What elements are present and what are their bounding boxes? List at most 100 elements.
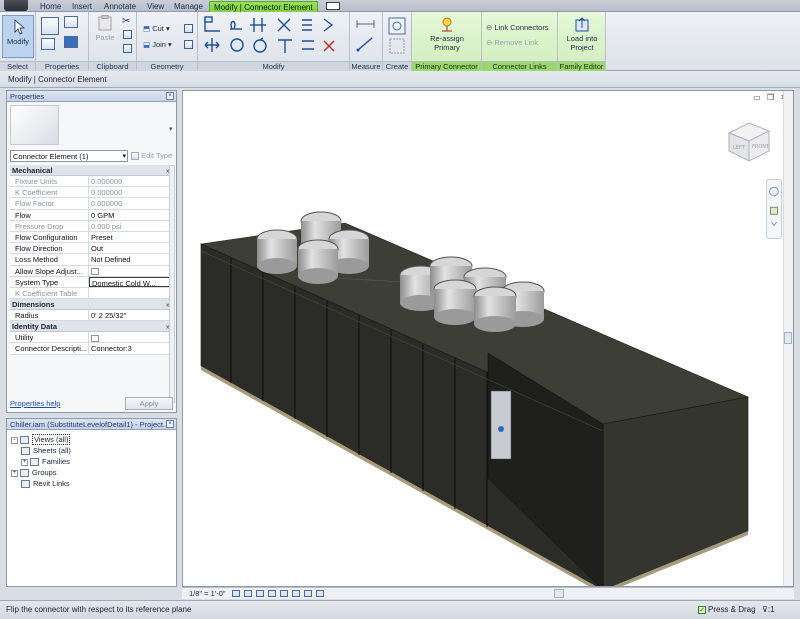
wall-joins-icon[interactable] <box>184 24 193 33</box>
property-value[interactable]: Preset <box>89 232 173 242</box>
checkbox-icon[interactable] <box>91 268 99 276</box>
property-value[interactable]: Connector:3 <box>89 343 173 353</box>
collapse-icon[interactable]: - <box>11 436 18 444</box>
chiller-3d-model[interactable] <box>183 91 783 587</box>
panel-connector-links: ⊖ Link Connectors ⊖ Remove Link Connecto… <box>482 12 558 71</box>
browser-node[interactable]: Revit Links <box>21 479 70 489</box>
tab-home[interactable]: Home <box>38 1 63 12</box>
ribbon-minimize-icon[interactable] <box>326 2 340 10</box>
property-group-header[interactable]: Mechanical» <box>10 165 173 176</box>
checkbox-checked-icon: ✓ <box>698 605 706 614</box>
close-icon[interactable]: × <box>166 420 174 428</box>
tab-annotate[interactable]: Annotate <box>102 1 138 12</box>
expand-icon[interactable]: + <box>11 469 18 477</box>
tab-manage[interactable]: Manage <box>172 1 205 12</box>
property-value[interactable] <box>89 266 173 276</box>
property-value[interactable]: Out <box>89 243 173 253</box>
tab-view[interactable]: View <box>145 1 166 12</box>
properties-icon[interactable] <box>41 17 59 35</box>
property-group-header[interactable]: Identity Data» <box>10 321 173 333</box>
browser-node[interactable]: + Families <box>21 457 70 467</box>
cut-scissors-icon[interactable]: ✂ <box>122 16 130 27</box>
tree-node-icon <box>20 469 29 478</box>
match-type-icon[interactable] <box>123 44 132 53</box>
sun-path-icon[interactable] <box>256 590 264 597</box>
properties-title: Properties <box>10 92 45 101</box>
remove-link-button[interactable]: ⊖ Remove Link <box>486 38 538 47</box>
chevron-down-icon[interactable]: ▾ <box>169 125 173 133</box>
property-row[interactable]: Flow 0 GPM <box>10 209 173 221</box>
join-geometry-button[interactable]: ⬓ Join ▾ <box>143 40 172 49</box>
browser-node[interactable]: + Groups <box>11 468 57 478</box>
scroll-thumb[interactable] <box>784 332 792 344</box>
project-browser: Chiller.iam (SubstituteLevelofDetail1) -… <box>6 418 177 587</box>
tab-insert[interactable]: Insert <box>70 1 94 12</box>
close-icon[interactable]: × <box>166 92 174 100</box>
expand-icon[interactable]: + <box>21 458 28 466</box>
modify-label: Modify <box>6 37 30 46</box>
property-value: 0.000000 <box>91 188 123 198</box>
horizontal-scroll-thumb[interactable] <box>554 589 564 598</box>
property-value[interactable]: Domestic Cold W... <box>89 276 171 287</box>
browser-node[interactable]: Sheets (all) <box>21 446 71 456</box>
load-into-project-icon <box>575 17 589 32</box>
property-row[interactable]: Radius 0' 2 25/32" <box>10 310 173 322</box>
property-row[interactable]: Flow Direction Out <box>10 243 173 255</box>
crop-view-icon[interactable] <box>280 590 288 597</box>
status-message: Flip the connector with respect to its r… <box>6 605 192 614</box>
service-opening <box>490 390 512 460</box>
property-row[interactable]: Loss Method Not Defined <box>10 254 173 266</box>
paste-button[interactable]: Paste <box>93 15 117 42</box>
application-menu-button[interactable] <box>4 0 28 11</box>
selection-filter[interactable]: ⊽:1 <box>762 601 775 618</box>
temporary-hide-icon[interactable] <box>304 590 312 597</box>
properties-scrollbar[interactable] <box>169 165 175 403</box>
modify-button[interactable]: Modify <box>2 15 34 58</box>
press-drag-toggle[interactable]: ✓ Press & Drag <box>698 601 756 618</box>
type-selector-dropdown[interactable]: Connector Element (1) ▾ <box>10 150 128 162</box>
property-row[interactable]: Utility <box>10 332 173 344</box>
family-types-icon[interactable] <box>64 36 78 48</box>
checkbox-icon[interactable] <box>91 334 99 342</box>
property-row[interactable]: System Type Domestic Cold W... <box>10 276 173 288</box>
panel-geometry: ⬒ Cut ▾ ⬓ Join ▾ Geometry <box>137 12 198 71</box>
property-row[interactable]: Connector Descripti... Connector:3 <box>10 343 173 355</box>
copy-icon[interactable] <box>123 30 132 39</box>
view-scale[interactable]: 1/8" = 1'-0" <box>189 589 226 598</box>
measure-icon[interactable] <box>354 16 380 56</box>
property-value[interactable]: 0 GPM <box>89 210 173 220</box>
create-tools-icon[interactable] <box>387 16 408 56</box>
property-value[interactable] <box>89 332 173 342</box>
cut-geometry-button[interactable]: ⬒ Cut ▾ <box>143 24 170 33</box>
properties-help-link[interactable]: Properties help <box>10 399 60 408</box>
visual-style-icon[interactable] <box>244 590 252 597</box>
detail-level-icon[interactable] <box>232 590 240 597</box>
show-crop-icon[interactable] <box>292 590 300 597</box>
edit-type-button[interactable]: Edit Type <box>131 151 172 161</box>
family-category-icon[interactable] <box>41 38 55 50</box>
property-value[interactable]: 0' 2 25/32" <box>89 310 173 320</box>
property-name: Fixture Units <box>10 176 89 187</box>
reveal-hidden-icon[interactable] <box>316 590 324 597</box>
property-row[interactable]: Flow Configuration Preset <box>10 231 173 244</box>
reassign-primary-button[interactable]: Re-assign Primary <box>417 16 477 52</box>
property-row[interactable]: Allow Slope Adjust... <box>10 265 173 277</box>
browser-node[interactable]: - Views (all) <box>11 434 71 445</box>
apply-button[interactable]: Apply <box>125 397 173 410</box>
link-connectors-button[interactable]: ⊖ Link Connectors <box>486 23 549 32</box>
browser-node-label: Views (all) <box>32 434 71 445</box>
property-value[interactable]: Not Defined <box>89 254 173 264</box>
property-name: Utility <box>10 332 89 343</box>
load-into-project-button[interactable]: Load into Project <box>561 16 603 52</box>
panel-create-label: Create <box>383 61 411 71</box>
connector-marker[interactable] <box>498 426 504 432</box>
shadows-icon[interactable] <box>268 590 276 597</box>
property-group-header[interactable]: Dimensions» <box>10 299 173 311</box>
viewport-vertical-scrollbar[interactable] <box>783 91 793 586</box>
type-properties-icon[interactable] <box>64 16 78 28</box>
dropdown-arrow-icon: ▾ <box>122 153 126 160</box>
split-face-icon[interactable] <box>184 40 193 49</box>
tab-modify-connector-element[interactable]: Modify | Connector Element <box>209 1 318 12</box>
drawing-viewport[interactable]: ▭ ❐ ✕ LEFT FRONT <box>182 90 794 587</box>
chiller-end-face <box>602 396 749 586</box>
